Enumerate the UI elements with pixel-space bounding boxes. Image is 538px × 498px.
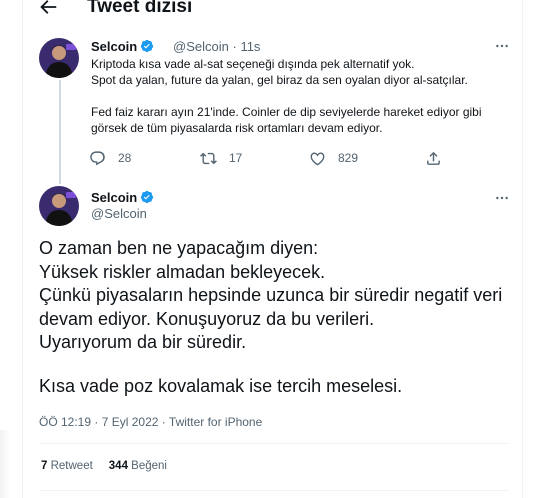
separator: · <box>232 39 237 54</box>
retweet-stat-count: 7 <box>41 460 48 472</box>
like-button[interactable]: 829 <box>309 149 358 167</box>
author-handle[interactable]: @Selcoin <box>173 39 229 54</box>
page-title: Tweet dizisi <box>87 0 193 17</box>
left-shade <box>0 430 10 498</box>
author-handle-time: @Selcoin · 11s <box>173 39 260 54</box>
tweet-line: Kriptoda kısa vade al-sat seçeneği dışın… <box>91 57 415 71</box>
like-stat-count: 344 <box>108 460 128 472</box>
reply-icon <box>90 150 105 165</box>
arrow-left-icon[interactable] <box>37 0 59 18</box>
more-options-icon[interactable] <box>493 38 511 54</box>
tweet-source[interactable]: Twitter for iPhone <box>169 415 262 429</box>
tweet-line: Fed faiz kararı ayın 21'inde. Coinler de… <box>91 105 482 135</box>
tweet-stats: 7 Retweet 344 Beğeni <box>41 460 167 472</box>
tweet-text: O zaman ben ne yapacağım diyen: Yüksek r… <box>39 237 519 398</box>
tweet-line: Yüksek riskler almadan bekleyecek. <box>39 261 326 282</box>
reply-button[interactable]: 28 <box>89 149 131 167</box>
retweet-count: 17 <box>229 151 243 165</box>
tweet-time[interactable]: ÖÖ 12:19 <box>39 415 91 429</box>
tweet-thread-column: Tweet dizisi Selcoin @Selcoin · 11s Krip… <box>22 0 523 498</box>
like-count: 829 <box>338 151 359 165</box>
header: Tweet dizisi <box>23 0 522 22</box>
author-handle[interactable]: @Selcoin <box>91 206 147 221</box>
retweet-stat-label: Retweet <box>50 460 93 472</box>
retweet-stat[interactable]: 7 Retweet <box>41 460 93 472</box>
reply-count: 28 <box>118 151 132 165</box>
like-stat[interactable]: 344 Beğeni <box>109 460 167 472</box>
share-icon <box>427 151 440 165</box>
divider <box>39 443 509 444</box>
like-stat-label: Beğeni <box>131 460 167 472</box>
avatar[interactable] <box>39 38 79 78</box>
separator: · <box>161 415 166 429</box>
tweet-text: Kriptoda kısa vade al-sat seçeneği dışın… <box>91 56 511 136</box>
thread-line <box>59 80 61 184</box>
tweet-line: O zaman ben ne yapacağım diyen: <box>39 238 319 258</box>
verified-badge-icon <box>141 190 154 204</box>
tweet-line: Spot da yalan, future da yalan, gel bira… <box>91 73 468 87</box>
more-options-icon[interactable] <box>493 190 511 206</box>
avatar[interactable] <box>39 186 79 226</box>
tweet-meta: ÖÖ 12:19 · 7 Eyl 2022 · Twitter for iPho… <box>39 415 262 429</box>
tweet-time[interactable]: 11s <box>240 39 260 54</box>
retweet-button[interactable]: 17 <box>200 149 242 167</box>
verified-badge-icon <box>141 39 154 53</box>
tweet-date[interactable]: 7 Eyl 2022 <box>102 415 159 429</box>
separator: · <box>94 415 99 429</box>
tweet-line: Çünkü piyasaların hepsinde uzunca bir sü… <box>39 285 503 329</box>
tweet-line: Kısa vade poz kovalamak ise tercih mesel… <box>39 375 403 396</box>
retweet-icon <box>200 152 217 164</box>
author-name[interactable]: Selcoin <box>91 39 154 54</box>
tweet-line: Uyarıyorum da bir süredir. <box>39 332 247 352</box>
divider <box>39 490 509 491</box>
author-name[interactable]: Selcoin <box>91 190 154 205</box>
heart-icon <box>310 152 325 165</box>
share-button[interactable] <box>425 149 454 167</box>
